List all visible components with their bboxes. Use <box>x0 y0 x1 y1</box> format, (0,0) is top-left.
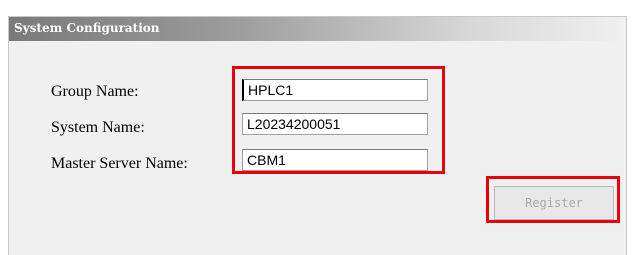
system-name-label: System Name: <box>51 119 145 136</box>
system-name-input[interactable] <box>242 113 428 135</box>
register-button[interactable]: Register <box>494 186 614 220</box>
panel-header: System Configuration <box>9 17 626 41</box>
group-name-label: Group Name: <box>51 83 139 100</box>
group-name-input[interactable] <box>242 79 428 101</box>
master-server-name-input[interactable] <box>242 149 428 171</box>
master-server-name-label: Master Server Name: <box>51 155 188 172</box>
panel-title: System Configuration <box>14 21 160 35</box>
